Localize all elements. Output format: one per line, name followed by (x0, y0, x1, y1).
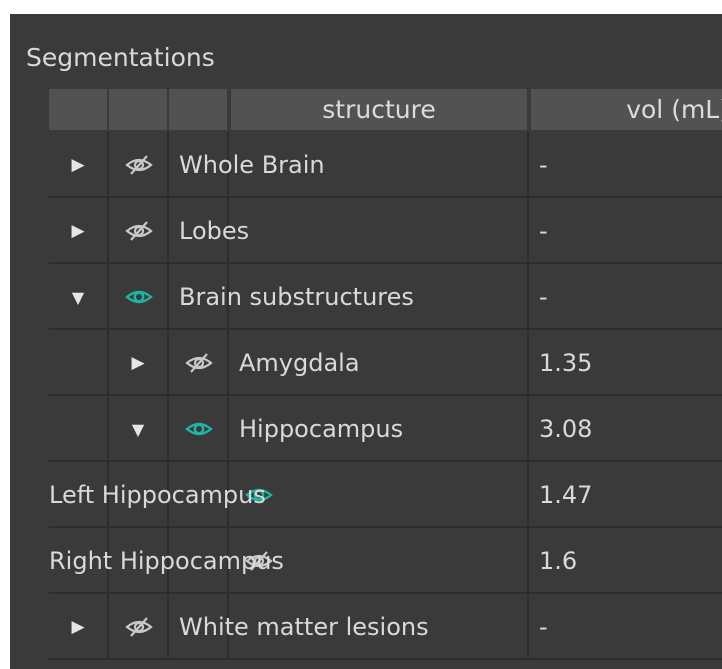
volume-value: 3.08 (539, 415, 593, 443)
header-volume-label: vol (mL) (626, 95, 722, 124)
structure-name: Amygdala (239, 349, 360, 377)
volume-value: 1.6 (539, 547, 578, 575)
column-divider (527, 462, 529, 528)
volume-value: 1.47 (539, 481, 593, 509)
volume-value: - (539, 217, 548, 245)
volume-value: - (539, 151, 548, 179)
table-row[interactable]: ▼ Brain substructures - (49, 264, 722, 330)
structure-name: Right Hippocampus (49, 547, 284, 575)
volume-value: - (539, 613, 548, 641)
structure-name: Lobes (179, 217, 250, 245)
eye-visible-icon[interactable] (114, 264, 164, 330)
column-divider (527, 330, 529, 396)
collapse-arrow-icon[interactable]: ▼ (118, 396, 158, 462)
table-row[interactable]: ▶ Amygdala 1.35 (49, 330, 722, 396)
header-cell-empty-1 (49, 89, 107, 130)
column-divider (107, 594, 109, 660)
column-divider (527, 594, 529, 660)
column-divider (107, 132, 109, 198)
column-divider (527, 264, 529, 330)
structure-name: Whole Brain (179, 151, 325, 179)
header-volume[interactable]: vol (mL) (531, 89, 722, 130)
structure-name: Hippocampus (239, 415, 404, 443)
column-divider (107, 264, 109, 330)
structure-name: Brain substructures (179, 283, 414, 311)
header-cell-empty-3 (169, 89, 227, 130)
eye-visible-icon[interactable] (174, 396, 224, 462)
column-divider (167, 132, 169, 198)
expand-arrow-icon[interactable]: ▶ (118, 330, 158, 396)
volume-value: 1.35 (539, 349, 593, 377)
column-divider (167, 330, 169, 396)
segmentation-tree-table: structure vol (mL) ▶ Whole Brain - ▶ Lobes - ▼… (49, 87, 722, 669)
column-divider (527, 396, 529, 462)
column-divider (107, 198, 109, 264)
eye-hidden-icon[interactable] (174, 330, 224, 396)
eye-hidden-icon[interactable] (114, 132, 164, 198)
eye-hidden-icon[interactable] (114, 198, 164, 264)
table-row[interactable]: Right Hippocampus 1.6 (49, 528, 722, 594)
column-divider (527, 528, 529, 594)
column-divider (167, 594, 169, 660)
table-row[interactable]: ▶ Whole Brain - (49, 132, 722, 198)
expand-arrow-icon[interactable]: ▶ (58, 132, 98, 198)
header-cell-empty-2 (109, 89, 167, 130)
table-row[interactable]: ▼ Hippocampus 3.08 (49, 396, 722, 462)
expand-arrow-icon[interactable]: ▶ (58, 198, 98, 264)
eye-hidden-icon[interactable] (114, 594, 164, 660)
structure-name: White matter lesions (179, 613, 429, 641)
volume-value: - (539, 283, 548, 311)
expand-arrow-icon[interactable]: ▶ (58, 594, 98, 660)
segmentations-panel: Segmentations structure vol (mL) ▶ Whole … (10, 14, 722, 669)
table-row[interactable]: ▶ Lobes - (49, 198, 722, 264)
column-divider (527, 132, 529, 198)
column-divider (527, 198, 529, 264)
column-divider (227, 396, 229, 462)
column-divider (167, 198, 169, 264)
column-divider (167, 396, 169, 462)
table-row[interactable]: ▶ White matter lesions - (49, 594, 722, 660)
column-divider (227, 330, 229, 396)
table-row[interactable]: Left Hippocampus 1.47 (49, 462, 722, 528)
collapse-arrow-icon[interactable]: ▼ (58, 264, 98, 330)
column-divider (167, 264, 169, 330)
column-divider (107, 396, 109, 462)
table-header: structure vol (mL) (49, 87, 722, 130)
column-divider (107, 330, 109, 396)
header-structure[interactable]: structure (231, 89, 527, 130)
panel-title: Segmentations (26, 43, 215, 72)
structure-name: Left Hippocampus (49, 481, 266, 509)
